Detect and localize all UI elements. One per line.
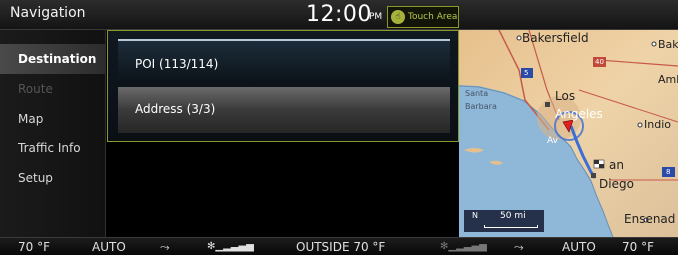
poi-option-button[interactable]: POI (113/114) — [118, 39, 450, 85]
map-label: Barbara — [465, 102, 497, 111]
scale-distance: 50 mi — [500, 211, 526, 221]
map-view[interactable]: Bakersfield Baker Amb Santa Barbara Los … — [459, 30, 678, 237]
app-title: Navigation — [10, 5, 86, 21]
clock-ampm: PM — [369, 12, 383, 22]
map-label: Amb — [658, 73, 678, 86]
map-scale: N 50 mi — [464, 210, 544, 232]
sidebar-item-traffic-info[interactable]: Traffic Info — [0, 133, 106, 163]
map-label: Bakersfield — [522, 31, 589, 45]
map-label: Ensenad — [624, 212, 676, 226]
airflow-icon[interactable]: ⤳ — [514, 239, 524, 255]
hand-icon: ☝ — [391, 10, 405, 24]
map-label: Santa — [465, 89, 489, 98]
outside-temp: OUTSIDE 70 °F — [296, 240, 386, 254]
destination-options-dialog: POI (113/114) Address (3/3) — [107, 30, 459, 142]
map-label: Av — [547, 136, 558, 146]
map-graphic — [459, 30, 678, 237]
address-option-button[interactable]: Address (3/3) — [118, 87, 450, 133]
airflow-icon[interactable]: ⤳ — [160, 239, 170, 255]
sidebar-item-destination[interactable]: Destination — [0, 44, 106, 74]
sidebar-menu: Destination Route Map Traffic Info Setup — [0, 30, 106, 237]
map-label: Diego — [599, 177, 634, 191]
fan-speed-icon[interactable]: ✻▁▂▃▄▅ — [207, 239, 254, 255]
right-auto-mode[interactable]: AUTO — [562, 239, 596, 255]
map-label: Indio — [644, 118, 671, 131]
map-label: an — [609, 158, 624, 172]
touch-area-label: Touch Area — [408, 12, 458, 22]
sidebar-item-map[interactable]: Map — [0, 104, 106, 134]
scale-bar — [484, 225, 538, 228]
right-temp[interactable]: 70 °F — [622, 239, 654, 255]
highway-shield: 8 — [666, 168, 671, 176]
left-auto-mode[interactable]: AUTO — [92, 239, 126, 255]
north-icon: N — [472, 211, 478, 220]
highway-shield: 5 — [524, 69, 529, 77]
status-bar: Navigation 12:00 PM ☝ Touch Area — [0, 0, 678, 30]
climate-bar: 70 °F AUTO ⤳ ✻▁▂▃▄▅ OUTSIDE 70 °F ✻▁▂▃▄▅… — [0, 237, 678, 255]
map-label: Los — [555, 89, 576, 103]
clock-time: 12:00 — [306, 2, 372, 27]
left-temp[interactable]: 70 °F — [18, 239, 50, 255]
sidebar-item-route: Route — [18, 82, 53, 96]
map-label: Baker — [658, 38, 678, 51]
map-label: Angeles — [555, 107, 603, 121]
fan-speed-icon[interactable]: ✻▁▂▃▄▅ — [440, 239, 487, 255]
highway-shield: 40 — [595, 58, 604, 66]
sidebar-item-setup[interactable]: Setup — [0, 163, 106, 193]
touch-area-button[interactable]: ☝ Touch Area — [387, 6, 459, 28]
